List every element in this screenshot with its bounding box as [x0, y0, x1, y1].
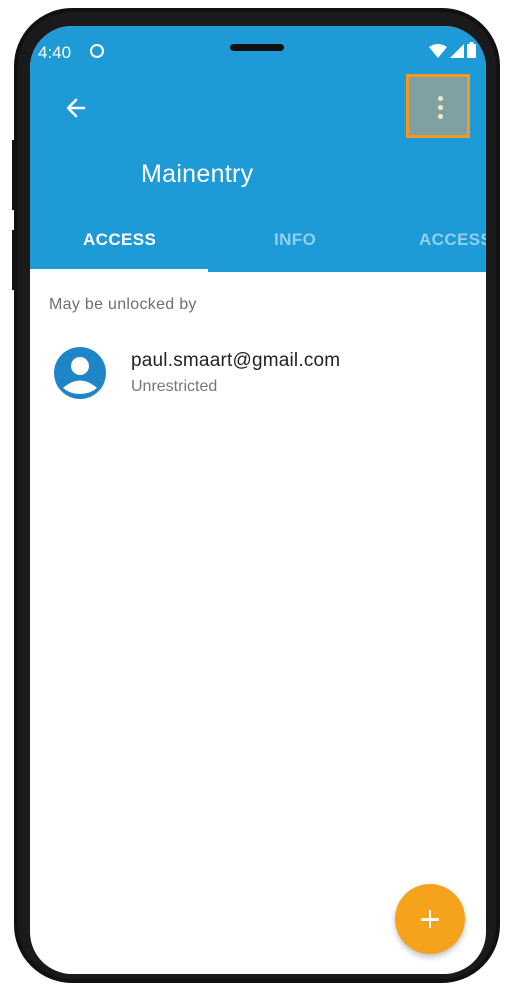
- back-button[interactable]: [60, 92, 92, 124]
- tab-bar: ACCESS INFO ACCESS: [30, 230, 486, 272]
- user-email: paul.smaart@gmail.com: [131, 350, 341, 371]
- access-level: Unrestricted: [131, 378, 218, 395]
- app-bar: Mainentry ACCESS INFO ACCESS: [30, 70, 486, 272]
- battery-icon: [467, 42, 476, 58]
- phone-screen: 4:40 Mainentry ACCESS INFO ACCESS May be…: [30, 26, 486, 974]
- status-bar: 4:40: [30, 26, 486, 70]
- wifi-icon: [429, 44, 447, 58]
- phone-side-button: [12, 140, 15, 210]
- phone-side-button: [12, 230, 15, 290]
- tab-indicator: [30, 269, 208, 272]
- signal-icon: [450, 44, 464, 58]
- section-label: May be unlocked by: [49, 296, 197, 313]
- at-sign-icon: [90, 44, 104, 58]
- arrow-left-icon: [66, 98, 86, 118]
- account-circle-icon: [54, 347, 106, 399]
- tab-access[interactable]: ACCESS: [83, 230, 156, 272]
- status-icons: [429, 42, 476, 58]
- page-title: Mainentry: [141, 160, 254, 188]
- add-button[interactable]: [395, 884, 465, 954]
- status-time: 4:40: [38, 43, 72, 62]
- more-options-button[interactable]: [406, 74, 470, 138]
- tab-access-2[interactable]: ACCESS: [419, 230, 486, 272]
- list-item[interactable]: paul.smaart@gmail.com Unrestricted: [30, 338, 486, 410]
- camera-notch: [230, 44, 284, 51]
- tab-info[interactable]: INFO: [274, 230, 316, 272]
